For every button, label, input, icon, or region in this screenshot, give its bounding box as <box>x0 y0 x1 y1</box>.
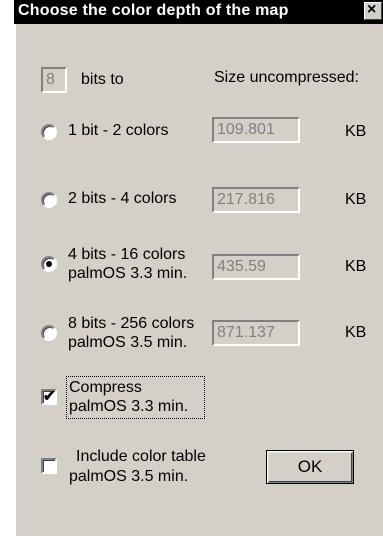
color-table-label[interactable]: Include color table <box>76 447 206 466</box>
unit-2bits: KB <box>345 191 367 208</box>
ok-button[interactable]: OK <box>266 450 354 484</box>
radio-8bits[interactable] <box>41 325 57 341</box>
compress-checkbox[interactable]: ✔ <box>41 388 57 405</box>
close-icon: × <box>367 1 377 18</box>
bits-label: bits to <box>81 71 124 88</box>
size-field-2bits: 217.816 <box>212 187 300 213</box>
size-field-1bit: 109.801 <box>212 117 300 143</box>
bits-field: 8 <box>41 67 67 93</box>
radio-4bits[interactable] <box>41 256 57 272</box>
color-table-checkbox[interactable] <box>41 458 57 474</box>
unit-4bits: KB <box>345 258 367 275</box>
size-field-8bits: 871.137 <box>212 320 300 346</box>
unit-8bits: KB <box>345 324 367 341</box>
size-field-4bits: 435.59 <box>212 254 300 280</box>
option-4bits-label[interactable]: 4 bits - 16 colors <box>68 245 185 264</box>
radio-1bit[interactable] <box>41 124 57 140</box>
color-table-sublabel[interactable]: palmOS 3.5 min. <box>69 467 188 486</box>
size-header: Size uncompressed: <box>214 69 359 86</box>
close-button[interactable]: × <box>364 1 382 20</box>
radio-selected-dot <box>46 261 52 267</box>
option-8bits-sublabel[interactable]: palmOS 3.5 min. <box>68 333 187 352</box>
option-8bits-label[interactable]: 8 bits - 256 colors <box>68 314 194 333</box>
option-4bits-sublabel[interactable]: palmOS 3.3 min. <box>68 264 187 283</box>
title-bar[interactable]: Choose the color depth of the map × <box>14 0 383 24</box>
radio-2bits[interactable] <box>41 192 57 208</box>
compress-label[interactable]: Compress <box>69 378 142 397</box>
unit-1bit: KB <box>345 123 367 140</box>
option-1bit-label[interactable]: 1 bit - 2 colors <box>68 121 168 140</box>
window-title: Choose the color depth of the map <box>18 2 289 19</box>
compress-sublabel[interactable]: palmOS 3.3 min. <box>69 397 188 416</box>
checkmark-icon: ✔ <box>43 388 56 405</box>
option-2bits-label[interactable]: 2 bits - 4 colors <box>68 189 176 208</box>
